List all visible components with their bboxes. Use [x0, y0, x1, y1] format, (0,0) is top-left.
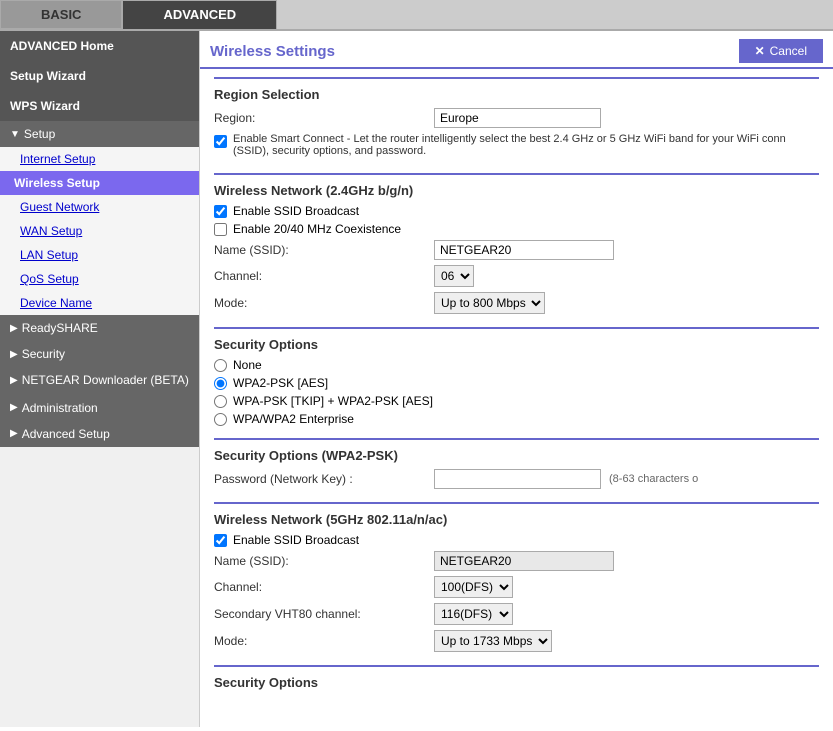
ssid-label: Name (SSID): — [214, 243, 434, 257]
password-hint: (8-63 characters o — [609, 473, 698, 485]
radio-none-label: None — [233, 358, 262, 372]
wireless-5g-title: Wireless Network (5GHz 802.11a/n/ac) — [214, 512, 819, 527]
wireless-24-title: Wireless Network (2.4GHz b/g/n) — [214, 183, 819, 198]
region-input[interactable] — [434, 108, 601, 128]
security-wpa2-section: Security Options (WPA2-PSK) Password (Ne… — [214, 438, 819, 502]
radio-wpa-psk-wpa2-psk-label: WPA-PSK [TKIP] + WPA2-PSK [AES] — [233, 394, 433, 408]
password-label: Password (Network Key) : — [214, 472, 434, 486]
ssid-input[interactable] — [434, 240, 614, 260]
secondary-vht80-label: Secondary VHT80 channel: — [214, 607, 434, 621]
ssid-5g-label: Name (SSID): — [214, 554, 434, 568]
region-section-title: Region Selection — [214, 87, 819, 102]
radio-none: None — [214, 358, 819, 372]
enable-ssid-broadcast-row: Enable SSID Broadcast — [214, 204, 819, 218]
channel-5g-field-row: Channel: Auto36404448 100(DFS)104(DFS)10… — [214, 576, 819, 598]
channel-5g-select[interactable]: Auto36404448 100(DFS)104(DFS)108(DFS)112… — [434, 576, 513, 598]
radio-wpa-wpa2-enterprise-label: WPA/WPA2 Enterprise — [233, 412, 354, 426]
mode-5g-select[interactable]: Up to 54 Mbps Up to 300 Mbps Up to 1733 … — [434, 630, 552, 652]
sidebar-item-setup-wizard[interactable]: Setup Wizard — [0, 61, 199, 91]
enable-2040-label: Enable 20/40 MHz Coexistence — [233, 222, 401, 236]
sidebar-item-qos-setup[interactable]: QoS Setup — [0, 267, 199, 291]
sidebar-item-wireless-setup[interactable]: Wireless Setup — [0, 171, 199, 195]
sidebar-section-advanced-setup[interactable]: ▶ Advanced Setup — [0, 421, 199, 447]
security-options-5g-section: Security Options — [214, 665, 819, 704]
sidebar-item-device-name[interactable]: Device Name — [0, 291, 199, 315]
radio-wpa2-psk-aes-label: WPA2-PSK [AES] — [233, 376, 328, 390]
enable-ssid-broadcast-checkbox[interactable] — [214, 205, 227, 218]
security-options-5g-title: Security Options — [214, 675, 819, 690]
close-icon: ✕ — [755, 44, 765, 58]
chevron-right-icon: ▶ — [10, 349, 18, 360]
sidebar-section-readyshare[interactable]: ▶ ReadySHARE — [0, 315, 199, 341]
cancel-button[interactable]: ✕ Cancel — [739, 39, 823, 63]
enable-2040-row: Enable 20/40 MHz Coexistence — [214, 222, 819, 236]
smart-connect-text: Enable Smart Connect - Let the router in… — [233, 133, 819, 157]
chevron-right-icon: ▶ — [10, 323, 18, 334]
enable-2040-checkbox[interactable] — [214, 223, 227, 236]
channel-label: Channel: — [214, 269, 434, 283]
top-tabs: BASIC ADVANCED — [0, 0, 833, 31]
sidebar-item-guest-network[interactable]: Guest Network — [0, 195, 199, 219]
enable-ssid-broadcast-label: Enable SSID Broadcast — [233, 204, 359, 218]
page-title: Wireless Settings — [210, 43, 335, 60]
password-input[interactable] — [434, 469, 601, 489]
sidebar-item-advanced-home[interactable]: ADVANCED Home — [0, 31, 199, 61]
security-wpa2-title: Security Options (WPA2-PSK) — [214, 448, 819, 463]
ssid-field-row: Name (SSID): — [214, 240, 819, 260]
chevron-right-icon: ▶ — [10, 428, 18, 439]
ssid-5g-input[interactable] — [434, 551, 614, 571]
radio-wpa-wpa2-enterprise-input[interactable] — [214, 413, 227, 426]
enable-ssid-broadcast-5g-checkbox[interactable] — [214, 534, 227, 547]
sidebar-item-internet-setup[interactable]: Internet Setup — [0, 147, 199, 171]
channel-select[interactable]: 0102030405 060708091011 — [434, 265, 474, 287]
region-field-row: Region: — [214, 108, 819, 128]
secondary-vht80-field-row: Secondary VHT80 channel: Auto 116(DFS) 1… — [214, 603, 819, 625]
wireless-24-section: Wireless Network (2.4GHz b/g/n) Enable S… — [214, 173, 819, 327]
secondary-vht80-select[interactable]: Auto 116(DFS) 132(DFS) 149 157 — [434, 603, 513, 625]
radio-wpa-psk-wpa2-psk: WPA-PSK [TKIP] + WPA2-PSK [AES] — [214, 394, 819, 408]
ssid-5g-field-row: Name (SSID): — [214, 551, 819, 571]
wireless-5g-section: Wireless Network (5GHz 802.11a/n/ac) Ena… — [214, 502, 819, 665]
radio-wpa2-psk-aes-input[interactable] — [214, 377, 227, 390]
mode-5g-field-row: Mode: Up to 54 Mbps Up to 300 Mbps Up to… — [214, 630, 819, 652]
chevron-right-icon: ▶ — [10, 374, 18, 387]
mode-select[interactable]: Up to 54 Mbps Up to 300 Mbps Up to 800 M… — [434, 292, 545, 314]
radio-wpa2-psk-aes: WPA2-PSK [AES] — [214, 376, 819, 390]
radio-wpa-wpa2-enterprise: WPA/WPA2 Enterprise — [214, 412, 819, 426]
channel-5g-label: Channel: — [214, 580, 434, 594]
content-area: Wireless Settings ✕ Cancel Region Select… — [200, 31, 833, 727]
sidebar-item-lan-setup[interactable]: LAN Setup — [0, 243, 199, 267]
security-options-section: Security Options None WPA2-PSK [AES] WPA… — [214, 327, 819, 438]
radio-wpa-psk-wpa2-psk-input[interactable] — [214, 395, 227, 408]
enable-ssid-broadcast-5g-label: Enable SSID Broadcast — [233, 533, 359, 547]
sidebar-item-wps-wizard[interactable]: WPS Wizard — [0, 91, 199, 121]
sidebar-section-netgear-downloader[interactable]: ▶ NETGEAR Downloader (BETA) — [0, 367, 199, 395]
chevron-right-icon: ▶ — [10, 402, 18, 413]
tab-advanced[interactable]: ADVANCED — [122, 0, 277, 29]
sidebar-section-security[interactable]: ▶ Security — [0, 341, 199, 367]
sidebar-setup-children: Internet Setup Wireless Setup Guest Netw… — [0, 147, 199, 315]
chevron-down-icon: ▼ — [10, 129, 20, 140]
enable-ssid-broadcast-5g-row: Enable SSID Broadcast — [214, 533, 819, 547]
content-body: Region Selection Region: Enable Smart Co… — [200, 69, 833, 712]
sidebar: ADVANCED Home Setup Wizard WPS Wizard ▼ … — [0, 31, 200, 727]
region-section: Region Selection Region: Enable Smart Co… — [214, 77, 819, 173]
password-field-row: Password (Network Key) : (8-63 character… — [214, 469, 819, 489]
mode-field-row: Mode: Up to 54 Mbps Up to 300 Mbps Up to… — [214, 292, 819, 314]
main-layout: ADVANCED Home Setup Wizard WPS Wizard ▼ … — [0, 31, 833, 727]
sidebar-item-wan-setup[interactable]: WAN Setup — [0, 219, 199, 243]
security-options-title: Security Options — [214, 337, 819, 352]
region-label: Region: — [214, 111, 434, 125]
mode-5g-label: Mode: — [214, 634, 434, 648]
sidebar-section-setup[interactable]: ▼ Setup — [0, 121, 199, 147]
smart-connect-checkbox[interactable] — [214, 135, 227, 148]
mode-label: Mode: — [214, 296, 434, 310]
smart-connect-row: Enable Smart Connect - Let the router in… — [214, 133, 819, 157]
radio-none-input[interactable] — [214, 359, 227, 372]
sidebar-section-administration[interactable]: ▶ Administration — [0, 395, 199, 421]
security-radio-group: None WPA2-PSK [AES] WPA-PSK [TKIP] + WPA… — [214, 358, 819, 426]
content-header: Wireless Settings ✕ Cancel — [200, 31, 833, 69]
tab-basic[interactable]: BASIC — [0, 0, 122, 29]
channel-field-row: Channel: 0102030405 060708091011 — [214, 265, 819, 287]
